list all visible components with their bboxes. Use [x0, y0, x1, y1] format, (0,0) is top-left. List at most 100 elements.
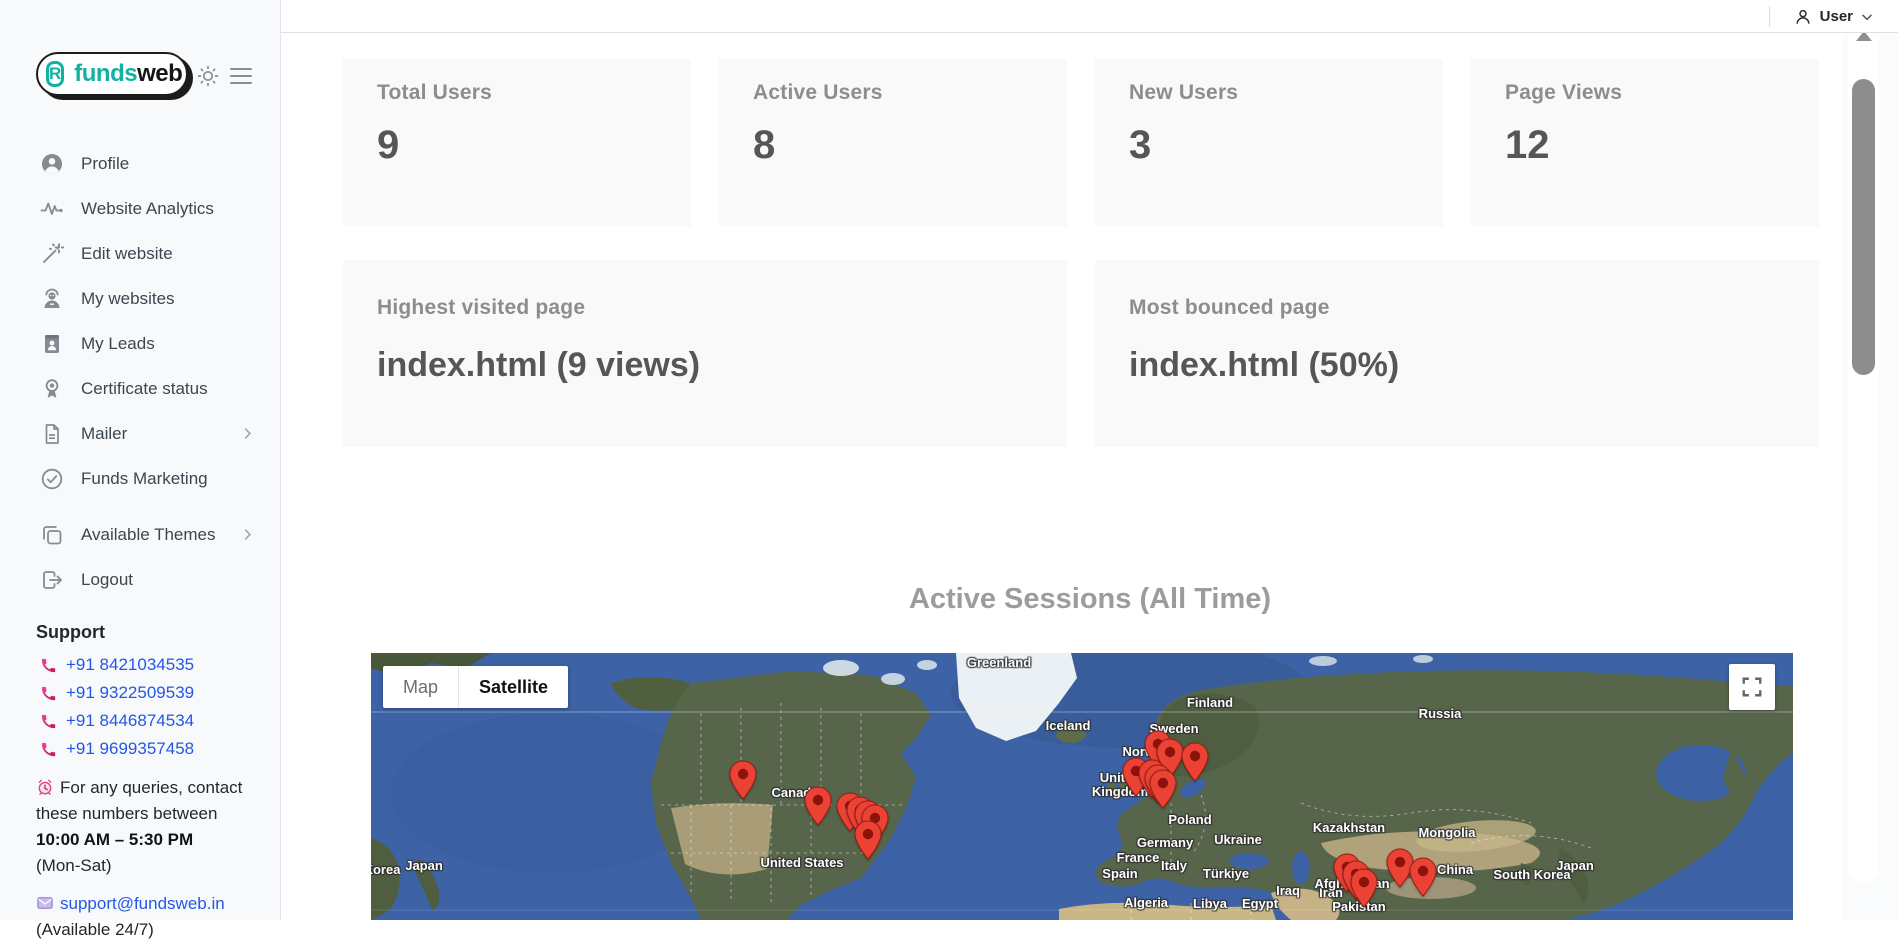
fullscreen-icon: [1741, 676, 1763, 698]
sidebar-item-my-leads[interactable]: My Leads: [0, 321, 281, 366]
stat-value: 3: [1129, 123, 1443, 168]
support-hours: 10:00 AM – 5:30 PM: [36, 827, 251, 853]
stat-value: index.html (9 views): [377, 346, 1067, 385]
sidebar-item-label: Funds Marketing: [81, 469, 208, 489]
sidebar-item-label: Mailer: [81, 424, 127, 444]
sidebar-item-funds-marketing[interactable]: Funds Marketing: [0, 456, 281, 501]
sidebar-nav: Profile Website Analytics Edit website: [0, 141, 281, 602]
profile-icon: [40, 152, 64, 176]
support-phone-row: +91 9322509539: [40, 679, 251, 707]
nav-spacer: [0, 501, 281, 512]
support-email-block: support@fundsweb.in (Available 24/7): [36, 891, 251, 943]
sidebar-item-label: My Leads: [81, 334, 155, 354]
sidebar-item-available-themes[interactable]: Available Themes: [0, 512, 281, 557]
brand-text-web: web: [137, 60, 182, 88]
session-marker-pin[interactable]: [1149, 769, 1177, 809]
sidebar-item-my-websites[interactable]: My websites: [0, 276, 281, 321]
stat-label: New Users: [1129, 81, 1443, 105]
session-marker-pin[interactable]: [1181, 742, 1209, 782]
sidebar-item-edit-website[interactable]: Edit website: [0, 231, 281, 276]
phone-icon: [40, 713, 57, 730]
user-label: User: [1820, 8, 1853, 25]
sidebar-item-label: Profile: [81, 154, 129, 174]
sidebar-item-label: Edit website: [81, 244, 173, 264]
support-email-link[interactable]: support@fundsweb.in: [60, 894, 225, 913]
user-menu[interactable]: User: [1793, 4, 1874, 29]
stat-label: Active Users: [753, 81, 1067, 105]
session-marker-pin[interactable]: [854, 820, 882, 860]
sidebar-item-label: Logout: [81, 570, 133, 590]
stat-label: Page Views: [1505, 81, 1819, 105]
support-note-line2: these numbers between: [36, 801, 251, 827]
phone-icon: [40, 685, 57, 702]
support-phone-row: +91 9699357458: [40, 735, 251, 763]
fundsweb-logo[interactable]: R fundsweb: [36, 52, 188, 96]
stat-label: Total Users: [377, 81, 691, 105]
session-marker-pin[interactable]: [804, 786, 832, 826]
sidebar-item-label: Certificate status: [81, 379, 208, 399]
stat-card-new-users: New Users 3: [1095, 59, 1443, 226]
chevron-right-icon: [240, 527, 255, 542]
alarm-clock-icon: [36, 778, 54, 796]
sidebar-item-label: Available Themes: [81, 525, 216, 545]
satellite-view-button[interactable]: Satellite: [459, 666, 568, 708]
support-phone-2[interactable]: +91 9322509539: [66, 683, 194, 703]
stat-value: 9: [377, 123, 691, 168]
scrollbar-thumb[interactable]: [1852, 79, 1875, 375]
stat-card-most-bounced: Most bounced page index.html (50%): [1095, 260, 1819, 447]
sidebar-item-label: My websites: [81, 289, 175, 309]
stat-value: 12: [1505, 123, 1819, 168]
support-phone-row: +91 8446874534: [40, 707, 251, 735]
hamburger-menu-icon[interactable]: [230, 66, 254, 86]
sidebar-item-mailer[interactable]: Mailer: [0, 411, 281, 456]
support-phone-row: +91 8421034535: [40, 651, 251, 679]
analytics-pulse-icon: [40, 197, 64, 221]
active-sessions-title: Active Sessions (All Time): [282, 583, 1898, 616]
sidebar-item-logout[interactable]: Logout: [0, 557, 281, 602]
topbar-divider: [1769, 6, 1770, 27]
logout-icon: [40, 568, 64, 592]
stat-card-highest-visited: Highest visited page index.html (9 views…: [343, 260, 1067, 447]
theme-sun-icon[interactable]: [196, 64, 220, 88]
stat-card-total-users: Total Users 9: [343, 59, 691, 226]
map-type-control: Map Satellite: [383, 666, 568, 708]
id-card-icon: [40, 332, 64, 356]
email-icon: [36, 894, 54, 912]
document-icon: [40, 422, 64, 446]
support-note-line1: For any queries, contact: [60, 778, 242, 797]
stat-value: 8: [753, 123, 1067, 168]
sidebar-item-certificate-status[interactable]: Certificate status: [0, 366, 281, 411]
agent-icon: [40, 287, 64, 311]
phone-icon: [40, 657, 57, 674]
chevron-down-icon: [1860, 10, 1874, 24]
support-section: Support +91 8421034535 +91 9322509539 +9…: [36, 622, 251, 943]
sidebar: R fundsweb Profile Website Analytics: [0, 0, 281, 920]
sidebar-item-profile[interactable]: Profile: [0, 141, 281, 186]
map-terrain: [371, 653, 1793, 920]
support-phone-3[interactable]: +91 8446874534: [66, 711, 194, 731]
support-email-availability: (Available 24/7): [36, 917, 251, 943]
world-map[interactable]: Map Satellite GreenlandIcelandFinlandSwe…: [371, 653, 1793, 920]
themes-copy-icon: [40, 523, 64, 547]
map-fullscreen-button[interactable]: [1729, 664, 1775, 710]
stat-card-active-users: Active Users 8: [719, 59, 1067, 226]
support-phone-4[interactable]: +91 9699357458: [66, 739, 194, 759]
session-marker-pin[interactable]: [729, 760, 757, 800]
user-icon: [1793, 7, 1813, 27]
magic-wand-icon: [40, 242, 64, 266]
session-marker-pin[interactable]: [1409, 857, 1437, 897]
session-marker-pin[interactable]: [1350, 868, 1378, 908]
support-days: (Mon-Sat): [36, 853, 251, 879]
stat-card-page-views: Page Views 12: [1471, 59, 1819, 226]
map-view-button[interactable]: Map: [383, 666, 458, 708]
support-phone-1[interactable]: +91 8421034535: [66, 655, 194, 675]
award-ribbon-icon: [40, 377, 64, 401]
sidebar-item-label: Website Analytics: [81, 199, 214, 219]
support-heading: Support: [36, 622, 251, 643]
dashboard-content: Total Users 9 Active Users 8 New Users 3…: [282, 34, 1898, 920]
chevron-right-icon: [240, 426, 255, 441]
support-note: For any queries, contact these numbers b…: [36, 775, 251, 879]
topbar: User: [281, 0, 1898, 33]
sidebar-item-website-analytics[interactable]: Website Analytics: [0, 186, 281, 231]
stat-value: index.html (50%): [1129, 346, 1819, 385]
